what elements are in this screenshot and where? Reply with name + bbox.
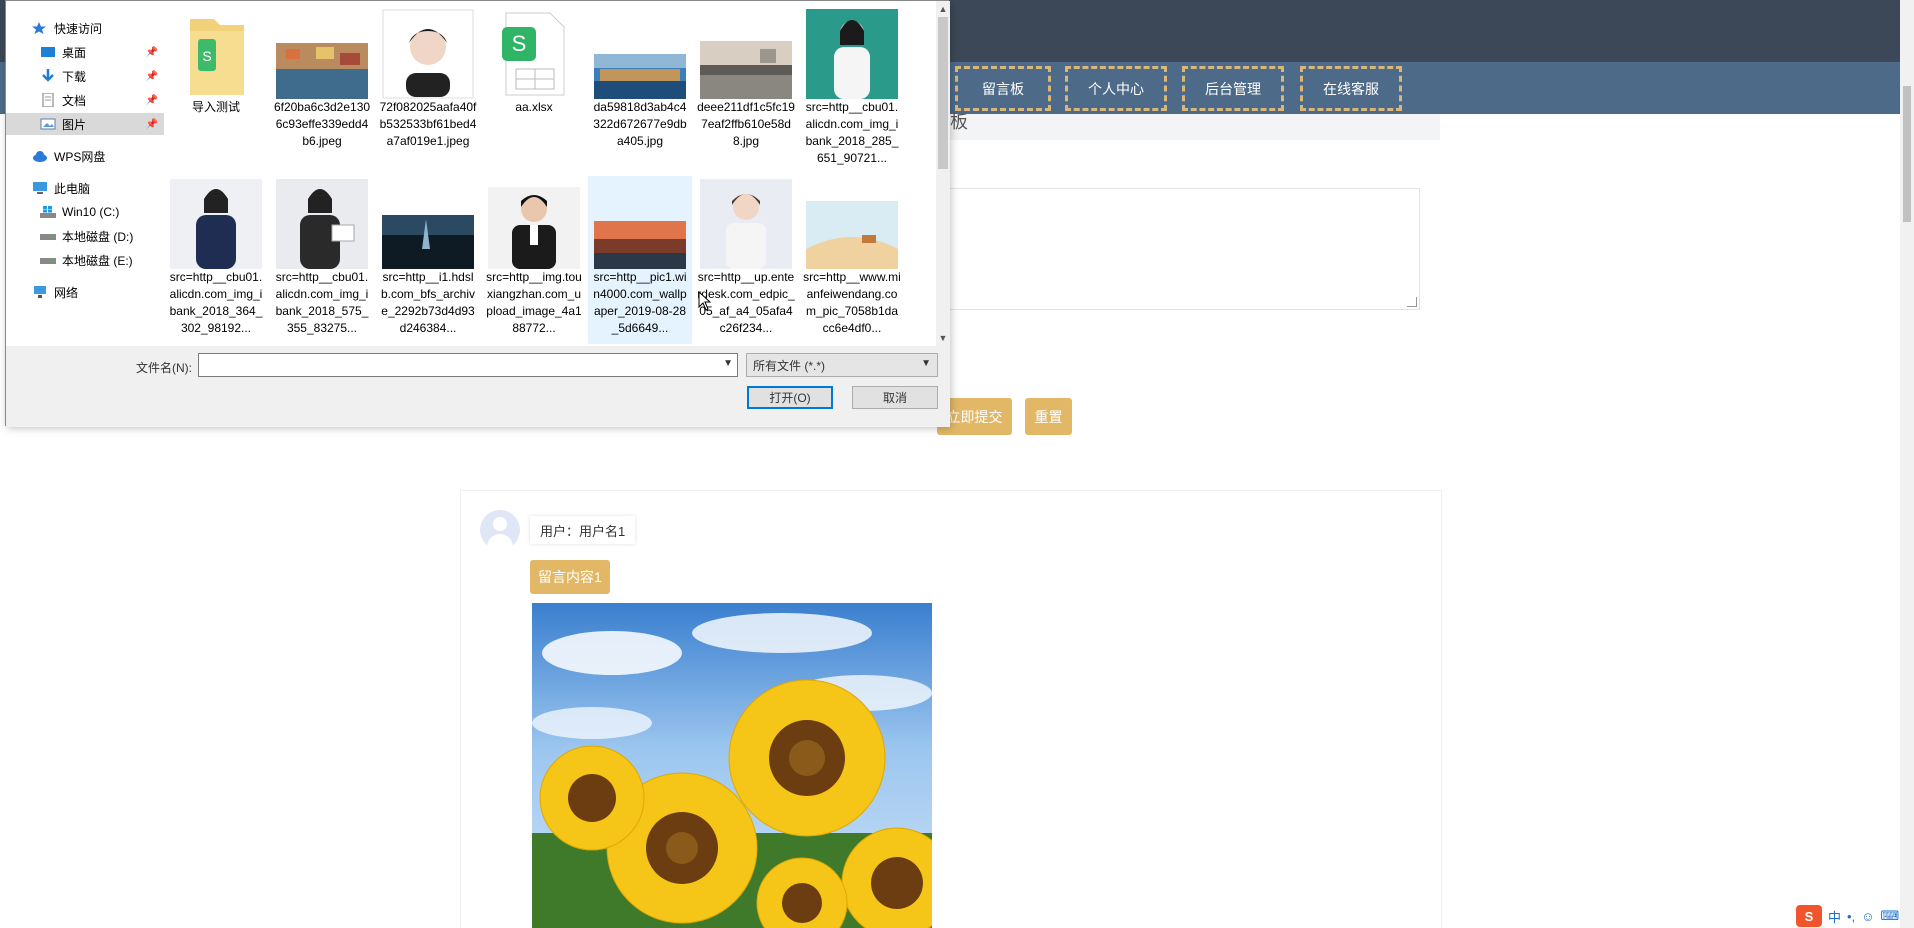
ime-mode[interactable]: 中 bbox=[1828, 907, 1841, 926]
network-icon bbox=[32, 285, 48, 299]
emoji-icon[interactable]: ☺ bbox=[1861, 909, 1874, 924]
cloud-icon bbox=[32, 149, 48, 163]
file-item[interactable]: src=http__i1.hdslb.com_bfs_archive_2292b… bbox=[376, 179, 480, 337]
cancel-button[interactable]: 取消 bbox=[852, 386, 938, 409]
file-item[interactable]: src=http__cbu01.alicdn.com_img_ibank_201… bbox=[270, 179, 374, 337]
files-scroll-thumb[interactable] bbox=[938, 17, 948, 169]
woman-thumb bbox=[276, 179, 368, 269]
desktop-icon bbox=[40, 45, 56, 59]
resize-handle[interactable] bbox=[1407, 297, 1417, 307]
files-scrollbar[interactable]: ▲ ▼ bbox=[936, 1, 950, 346]
file-item-hovered[interactable]: src=http__pic1.win4000.com_wallpaper_201… bbox=[588, 176, 692, 344]
pin-icon: 📌 bbox=[145, 118, 158, 130]
spreadsheet-icon: S bbox=[502, 12, 565, 96]
nav-documents[interactable]: 文档 📌 bbox=[6, 89, 164, 111]
man-thumb bbox=[700, 179, 792, 269]
file-item[interactable]: 72f082025aafa40fb532533bf61bed4a7af019e1… bbox=[376, 9, 480, 150]
page-scroll-thumb[interactable] bbox=[1903, 86, 1911, 222]
man-thumb bbox=[488, 187, 580, 269]
nav-personal-center[interactable]: 个人中心 bbox=[1065, 66, 1167, 111]
nav-downloads[interactable]: 下载 📌 bbox=[6, 65, 164, 87]
nav-desktop[interactable]: 桌面 📌 bbox=[6, 41, 164, 63]
chevron-down-icon[interactable]: ▼ bbox=[723, 358, 733, 369]
file-item[interactable]: src=http__img.touxiangzhan.com_upload_im… bbox=[482, 179, 586, 337]
nav-admin[interactable]: 后台管理 bbox=[1182, 66, 1284, 111]
ime-tray: S 中 •, ☺ ⌨ bbox=[1790, 904, 1914, 928]
pictures-icon bbox=[40, 117, 56, 131]
dialog-bottom-bar: 文件名(N): ▼ 所有文件 (*.*) ▼ 打开(O) 取消 bbox=[6, 346, 950, 427]
nav-message-board[interactable]: 留言板 bbox=[955, 66, 1051, 111]
filename-input[interactable]: ▼ bbox=[198, 353, 738, 377]
nav-wps-cloud[interactable]: WPS网盘 bbox=[6, 145, 164, 167]
filename-label: 文件名(N): bbox=[136, 361, 192, 375]
file-item[interactable]: src=http__cbu01.alicdn.com_img_ibank_201… bbox=[800, 9, 904, 167]
nav-this-pc[interactable]: 此电脑 bbox=[6, 177, 164, 199]
woman-thumb bbox=[170, 179, 262, 269]
nav-network[interactable]: 网络 bbox=[6, 281, 164, 303]
file-item[interactable]: 6f20ba6c3d2e1306c93effe339edd4b6.jpeg bbox=[270, 9, 374, 150]
message-content: 留言内容1 bbox=[530, 560, 610, 594]
document-icon bbox=[40, 92, 56, 108]
message-textarea[interactable] bbox=[925, 188, 1420, 310]
mouse-cursor-icon bbox=[698, 291, 712, 311]
harbor-thumb bbox=[594, 54, 686, 99]
file-item[interactable]: S 导入测试 bbox=[164, 9, 268, 116]
woman-thumb bbox=[806, 9, 898, 99]
board-title-strip bbox=[925, 114, 1440, 140]
file-open-dialog: 快速访问 桌面 📌 下载 📌 文档 📌 图片 📌 WPS网盘 此电脑 Win10… bbox=[5, 0, 950, 427]
svg-text:S: S bbox=[512, 31, 527, 56]
dark-thumb bbox=[382, 215, 474, 269]
pin-icon: 📌 bbox=[145, 46, 158, 58]
download-icon bbox=[40, 69, 56, 83]
page: 留言板 个人中心 后台管理 在线客服 板 立即提交 重置 用户：用户名1 留言内… bbox=[0, 0, 1914, 928]
reset-button[interactable]: 重置 bbox=[1025, 398, 1072, 435]
sunflower-image bbox=[532, 613, 932, 928]
scroll-up-icon[interactable]: ▲ bbox=[936, 1, 950, 17]
computer-icon bbox=[32, 181, 48, 195]
svg-text:S: S bbox=[202, 48, 211, 64]
nav-online-service[interactable]: 在线客服 bbox=[1300, 66, 1402, 111]
file-item[interactable]: src=http__cbu01.alicdn.com_img_ibank_201… bbox=[164, 179, 268, 337]
dialog-files-pane: S 导入测试 6f20ba6c3d2e1306c93effe339edd4b6.… bbox=[164, 1, 941, 346]
nav-quick-access[interactable]: 快速访问 bbox=[6, 17, 164, 39]
keyboard-icon[interactable]: ⌨ bbox=[1880, 908, 1899, 924]
drive-icon bbox=[40, 229, 56, 243]
sogou-icon[interactable]: S bbox=[1796, 905, 1822, 927]
chevron-down-icon: ▼ bbox=[921, 358, 931, 369]
file-item[interactable]: S aa.xlsx bbox=[482, 9, 586, 116]
scroll-down-icon[interactable]: ▼ bbox=[936, 330, 950, 346]
drive-icon bbox=[40, 253, 56, 267]
dialog-nav-pane: 快速访问 桌面 📌 下载 📌 文档 📌 图片 📌 WPS网盘 此电脑 Win10… bbox=[6, 1, 164, 346]
star-icon bbox=[32, 21, 48, 35]
avatar bbox=[480, 510, 520, 550]
windows-drive-icon bbox=[40, 205, 56, 219]
page-scrollbar[interactable] bbox=[1900, 0, 1914, 928]
ime-punct[interactable]: •, bbox=[1847, 909, 1855, 924]
landscape-thumb bbox=[276, 43, 368, 99]
sunset-thumb bbox=[700, 41, 792, 99]
message-image bbox=[532, 603, 932, 928]
open-button[interactable]: 打开(O) bbox=[747, 386, 833, 409]
pin-icon: 📌 bbox=[145, 70, 158, 82]
file-item[interactable]: src=http__up.enterdesk.com_edpic_05_af_a… bbox=[694, 179, 798, 337]
sky-thumb bbox=[594, 221, 686, 269]
portrait-thumb bbox=[382, 9, 474, 99]
desert-thumb bbox=[806, 201, 898, 269]
pin-icon: 📌 bbox=[145, 94, 158, 106]
file-type-select[interactable]: 所有文件 (*.*) ▼ bbox=[746, 353, 938, 377]
nav-drive-d[interactable]: 本地磁盘 (D:) bbox=[6, 225, 164, 247]
nav-drive-e[interactable]: 本地磁盘 (E:) bbox=[6, 249, 164, 271]
message-user: 用户：用户名1 bbox=[530, 516, 636, 544]
file-item[interactable]: deee211df1c5fc197eaf2ffb610e58d8.jpg bbox=[694, 9, 798, 150]
nav-pictures[interactable]: 图片 📌 bbox=[6, 113, 164, 135]
nav-drive-c[interactable]: Win10 (C:) bbox=[6, 201, 164, 223]
file-item[interactable]: src=http__www.mianfeiwendang.com_pic_705… bbox=[800, 179, 904, 337]
file-item[interactable]: da59818d3ab4c4322d672677e9dba405.jpg bbox=[588, 9, 692, 150]
board-title: 板 bbox=[950, 112, 968, 132]
folder-icon: S bbox=[190, 19, 244, 95]
